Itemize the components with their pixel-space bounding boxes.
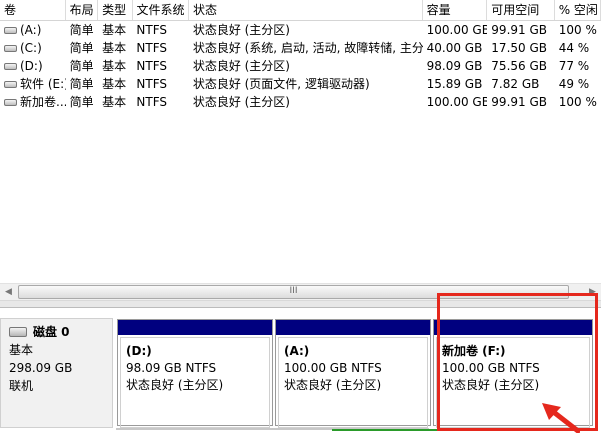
volume-list: 卷 布局 类型 文件系统 状态 容量 可用空间 % 空闲 (A:) 简单 基本 … — [0, 0, 601, 283]
column-header-percent-free[interactable]: % 空闲 — [555, 0, 601, 20]
volume-filesystem: NTFS — [136, 77, 168, 91]
disk-kind: 基本 — [9, 343, 34, 357]
volume-status: 状态良好 (页面文件, 逻辑驱动器) — [192, 77, 370, 91]
volume-percent-free: 77 % — [558, 59, 590, 73]
volume-type: 基本 — [102, 23, 127, 37]
volume-free-space: 7.82 GB — [491, 77, 540, 91]
volume-type: 基本 — [102, 95, 127, 109]
volume-name: (C:) — [20, 41, 42, 55]
partition-size-fs: 100.00 GB NTFS — [284, 361, 382, 375]
volume-icon — [4, 80, 17, 88]
volume-filesystem: NTFS — [136, 59, 168, 73]
volume-free-space: 17.50 GB — [491, 41, 547, 55]
free-space-indicator — [332, 429, 437, 431]
annotation-arrow-icon — [542, 403, 580, 433]
volume-name: 新加卷... — [20, 95, 66, 109]
volume-percent-free: 49 % — [558, 77, 590, 91]
disk-state: 联机 — [9, 379, 34, 393]
volume-free-space: 99.91 GB — [491, 23, 547, 37]
volume-icon — [4, 44, 17, 52]
column-header-row: 卷 布局 类型 文件系统 状态 容量 可用空间 % 空闲 — [0, 0, 601, 21]
volume-status: 状态良好 (主分区) — [192, 23, 290, 37]
partition-body: (A:) 100.00 GB NTFS 状态良好 (主分区) — [278, 337, 428, 428]
volume-free-space: 99.91 GB — [491, 95, 547, 109]
volume-name-cell: 软件 (E:) — [0, 75, 66, 93]
volume-name: (D:) — [20, 59, 43, 73]
column-header-status[interactable]: 状态 — [189, 0, 423, 20]
partition-d[interactable]: (D:) 98.09 GB NTFS 状态良好 (主分区) — [117, 319, 273, 428]
hard-disk-icon — [9, 327, 27, 337]
partition-color-bar — [118, 320, 272, 335]
volume-icon — [4, 62, 17, 70]
volume-layout: 简单 — [69, 95, 94, 109]
volume-filesystem: NTFS — [136, 23, 168, 37]
volume-name-cell: 新加卷... — [0, 93, 66, 111]
disk-size: 298.09 GB — [9, 361, 73, 375]
volume-status: 状态良好 (主分区) — [192, 59, 290, 73]
volume-type: 基本 — [102, 41, 127, 55]
volume-free-space: 75.56 GB — [491, 59, 547, 73]
volume-name-cell: (D:) — [0, 57, 66, 75]
volume-layout: 简单 — [69, 59, 94, 73]
volume-percent-free: 100 % — [558, 95, 597, 109]
column-header-filesystem[interactable]: 文件系统 — [133, 0, 189, 20]
volume-type: 基本 — [102, 59, 127, 73]
volume-capacity: 40.00 GB — [426, 41, 483, 55]
volume-capacity: 100.00 GB — [426, 23, 488, 37]
volume-layout: 简单 — [69, 23, 94, 37]
volume-capacity: 98.09 GB — [426, 59, 483, 73]
column-header-layout[interactable]: 布局 — [66, 0, 99, 20]
volume-icon — [4, 98, 17, 106]
partition-status: 状态良好 (主分区) — [126, 378, 224, 392]
volume-type: 基本 — [102, 77, 127, 91]
volume-name: (A:) — [20, 23, 42, 37]
column-header-free-space[interactable]: 可用空间 — [487, 0, 555, 20]
volume-name: 软件 (E:) — [20, 77, 66, 91]
volume-percent-free: 44 % — [558, 41, 590, 55]
volume-capacity: 15.89 GB — [426, 77, 483, 91]
volume-row[interactable]: (C:) 简单 基本 NTFS 状态良好 (系统, 启动, 活动, 故障转储, … — [0, 39, 601, 57]
scroll-left-arrow-icon[interactable]: ◀ — [0, 284, 17, 300]
partition-name: (D:) — [126, 344, 152, 358]
grip-icon: III — [289, 286, 298, 296]
volume-row[interactable]: (D:) 简单 基本 NTFS 状态良好 (主分区) 98.09 GB 75.5… — [0, 57, 601, 75]
volume-name-cell: (C:) — [0, 39, 66, 57]
volume-icon — [4, 26, 17, 34]
partition-color-bar — [276, 320, 430, 335]
disk-title-row: 磁盘 0 — [9, 323, 112, 341]
disk-info-panel[interactable]: 磁盘 0 基本 298.09 GB 联机 — [0, 318, 113, 428]
volume-status: 状态良好 (系统, 启动, 活动, 故障转储, 主分区) — [192, 41, 423, 55]
partition-body: (D:) 98.09 GB NTFS 状态良好 (主分区) — [120, 337, 270, 428]
column-header-volume[interactable]: 卷 — [0, 0, 66, 20]
volume-filesystem: NTFS — [136, 95, 168, 109]
partition-size-fs: 98.09 GB NTFS — [126, 361, 217, 375]
partition-name: (A:) — [284, 344, 310, 358]
volume-layout: 简单 — [69, 77, 94, 91]
volume-capacity: 100.00 GB — [426, 95, 488, 109]
volume-status: 状态良好 (主分区) — [192, 95, 290, 109]
volume-row[interactable]: 新加卷... 简单 基本 NTFS 状态良好 (主分区) 100.00 GB 9… — [0, 93, 601, 111]
volume-row[interactable]: (A:) 简单 基本 NTFS 状态良好 (主分区) 100.00 GB 99.… — [0, 21, 601, 39]
disk-title: 磁盘 0 — [33, 325, 70, 339]
volume-row[interactable]: 软件 (E:) 简单 基本 NTFS 状态良好 (页面文件, 逻辑驱动器) 15… — [0, 75, 601, 93]
column-header-capacity[interactable]: 容量 — [423, 0, 488, 20]
volume-name-cell: (A:) — [0, 21, 66, 39]
partition-a[interactable]: (A:) 100.00 GB NTFS 状态良好 (主分区) — [275, 319, 431, 428]
volume-filesystem: NTFS — [136, 41, 168, 55]
column-header-type[interactable]: 类型 — [98, 0, 133, 20]
volume-percent-free: 100 % — [558, 23, 597, 37]
volume-layout: 简单 — [69, 41, 94, 55]
partition-status: 状态良好 (主分区) — [284, 378, 382, 392]
